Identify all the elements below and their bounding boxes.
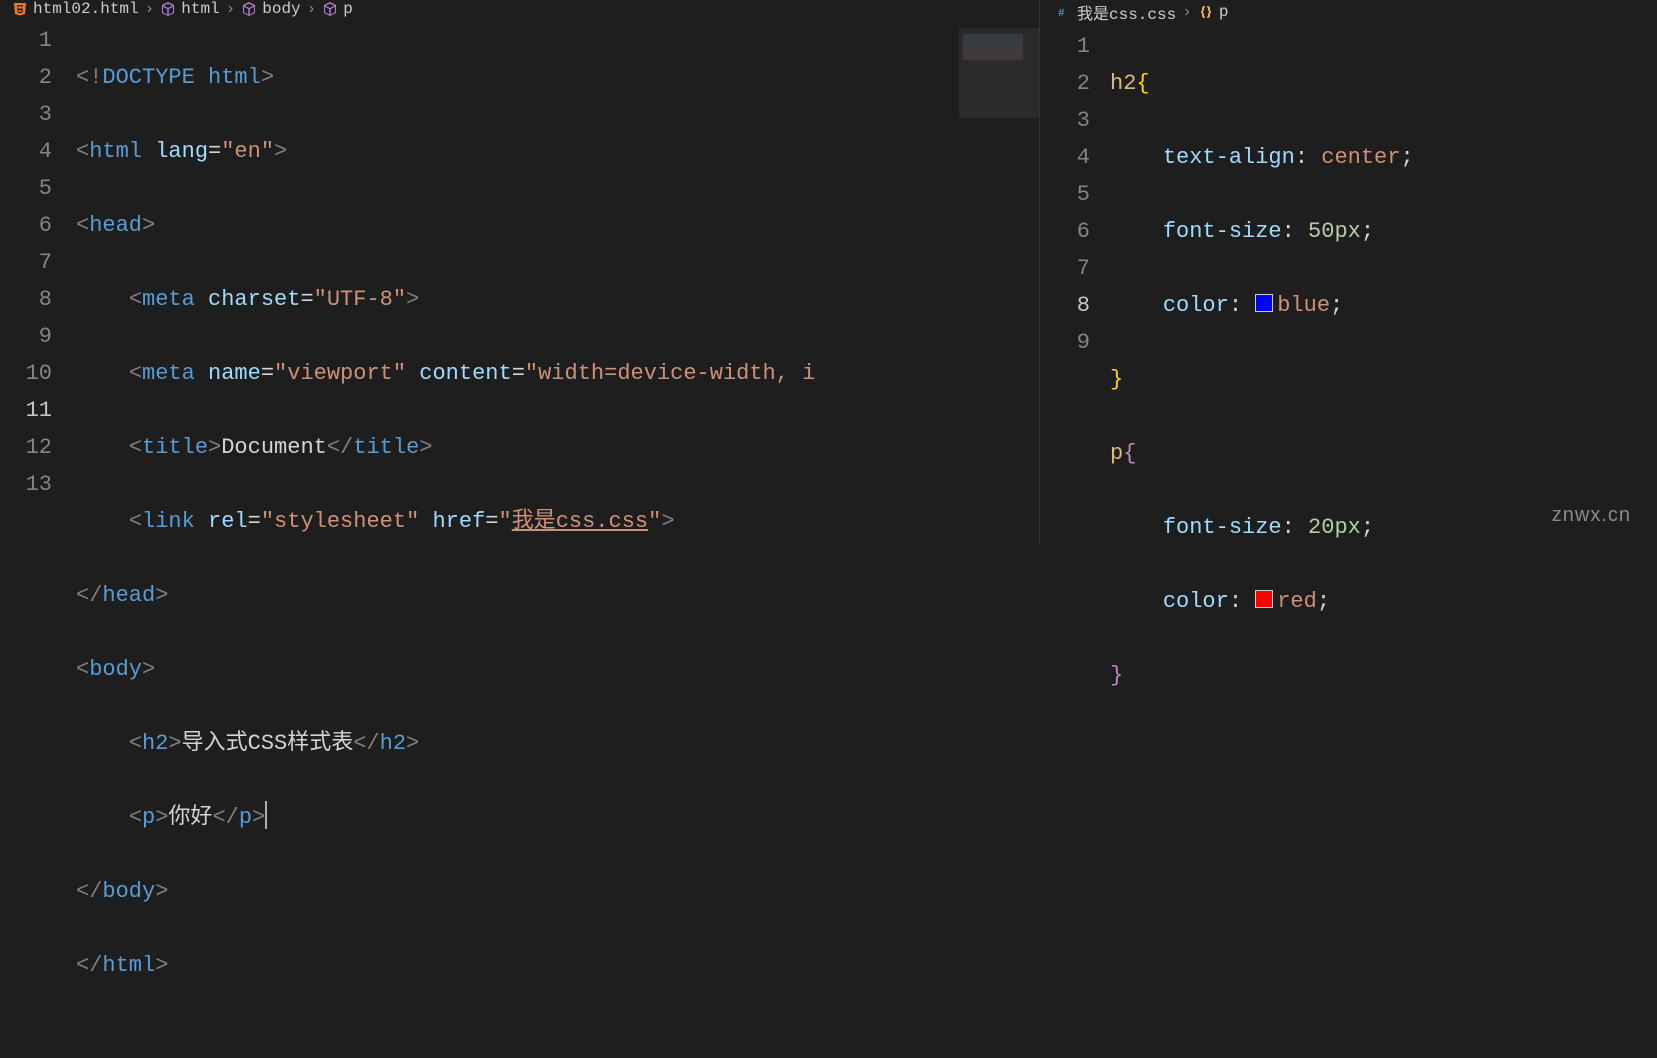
line-number: 2 <box>1040 65 1090 102</box>
editor-pane-left: html02.html › html › body › p 1 2 3 4 5 … <box>0 0 1040 545</box>
line-number: 5 <box>0 170 52 207</box>
breadcrumb-file[interactable]: html02.html <box>12 0 139 18</box>
breadcrumb-seg-label: html <box>181 0 219 18</box>
code-area[interactable]: <!DOCTYPE html> <html lang="en"> <head> … <box>76 18 815 1058</box>
line-number: 4 <box>1040 139 1090 176</box>
line-gutter: 1 2 3 4 5 6 7 8 9 10 11 12 13 <box>0 18 76 1058</box>
breadcrumb-seg-html[interactable]: html <box>160 0 219 18</box>
breadcrumb-right[interactable]: # 我是css.css › p <box>1040 0 1657 24</box>
line-number: 9 <box>1040 324 1090 361</box>
line-number: 6 <box>0 207 52 244</box>
line-number: 9 <box>0 318 52 355</box>
color-swatch-red[interactable] <box>1255 590 1273 608</box>
color-swatch-blue[interactable] <box>1255 294 1273 312</box>
cube-icon <box>322 1 338 17</box>
line-number: 13 <box>0 466 52 503</box>
line-number: 1 <box>1040 28 1090 65</box>
line-number: 3 <box>1040 102 1090 139</box>
code-line: <title>Document</title> <box>76 429 815 466</box>
code-line: <meta name="viewport" content="width=dev… <box>76 355 815 392</box>
code-line: <link rel="stylesheet" href="我是css.css"> <box>76 503 815 540</box>
breadcrumb-seg-body[interactable]: body <box>241 0 300 18</box>
line-number-active: 11 <box>0 392 52 429</box>
code-line: <p>你好</p> <box>76 799 815 836</box>
line-number: 5 <box>1040 176 1090 213</box>
code-line: color: red; <box>1110 583 1414 620</box>
css-selector-icon <box>1198 4 1214 20</box>
editor-body-left[interactable]: 1 2 3 4 5 6 7 8 9 10 11 12 13 <!DOCTYPE … <box>0 18 1039 1058</box>
code-line: </html> <box>76 947 815 984</box>
code-line: <!DOCTYPE html> <box>76 59 815 96</box>
chevron-right-icon: › <box>145 0 155 18</box>
code-line: <h2>导入式CSS样式表</h2> <box>76 725 815 762</box>
code-line: <body> <box>76 651 815 688</box>
line-number: 10 <box>0 355 52 392</box>
breadcrumb-file[interactable]: # 我是css.css <box>1056 0 1176 24</box>
code-line: font-size: 20px; <box>1110 509 1414 546</box>
breadcrumb-seg-p[interactable]: p <box>1198 3 1229 21</box>
breadcrumb-seg-label: p <box>1219 3 1229 21</box>
breadcrumb-seg-label: p <box>343 0 353 18</box>
cube-icon <box>160 1 176 17</box>
text-cursor <box>265 801 267 829</box>
code-line: </body> <box>76 873 815 910</box>
line-number-active: 8 <box>1040 287 1090 324</box>
code-line: font-size: 50px; <box>1110 213 1414 250</box>
editor-body-right[interactable]: 1 2 3 4 5 6 7 8 9 h2{ text-align: center… <box>1040 24 1657 768</box>
chevron-right-icon: › <box>226 0 236 18</box>
code-line: h2{ <box>1110 65 1414 102</box>
code-line: <meta charset="UTF-8"> <box>76 281 815 318</box>
watermark: znwx.cn <box>1552 504 1631 527</box>
minimap[interactable] <box>959 28 1039 508</box>
css-file-icon: # <box>1056 4 1072 20</box>
editor-pane-right: # 我是css.css › p 1 2 3 4 5 6 7 8 9 h2{ te… <box>1040 0 1657 545</box>
line-number: 8 <box>0 281 52 318</box>
html-file-icon <box>12 1 28 17</box>
code-line: } <box>1110 361 1414 398</box>
line-number: 3 <box>0 96 52 133</box>
code-line: <html lang="en"> <box>76 133 815 170</box>
breadcrumb-seg-label: body <box>262 0 300 18</box>
cube-icon <box>241 1 257 17</box>
code-line: p{ <box>1110 435 1414 472</box>
code-line: <head> <box>76 207 815 244</box>
breadcrumb-file-label: html02.html <box>33 0 139 18</box>
code-line: color: blue; <box>1110 287 1414 324</box>
line-number: 2 <box>0 59 52 96</box>
minimap-content <box>963 34 1023 60</box>
line-gutter: 1 2 3 4 5 6 7 8 9 <box>1040 24 1110 768</box>
code-line: } <box>1110 657 1414 694</box>
line-number: 6 <box>1040 213 1090 250</box>
breadcrumb-file-label: 我是css.css <box>1077 0 1176 24</box>
code-line: text-align: center; <box>1110 139 1414 176</box>
line-number: 7 <box>1040 250 1090 287</box>
chevron-right-icon: › <box>1182 3 1192 21</box>
breadcrumb-left[interactable]: html02.html › html › body › p <box>0 0 1039 18</box>
code-area[interactable]: h2{ text-align: center; font-size: 50px;… <box>1110 24 1414 768</box>
breadcrumb-seg-p[interactable]: p <box>322 0 353 18</box>
line-number: 4 <box>0 133 52 170</box>
line-number: 12 <box>0 429 52 466</box>
line-number: 7 <box>0 244 52 281</box>
svg-text:#: # <box>1058 8 1065 20</box>
line-number: 1 <box>0 22 52 59</box>
code-line: </head> <box>76 577 815 614</box>
chevron-right-icon: › <box>307 0 317 18</box>
